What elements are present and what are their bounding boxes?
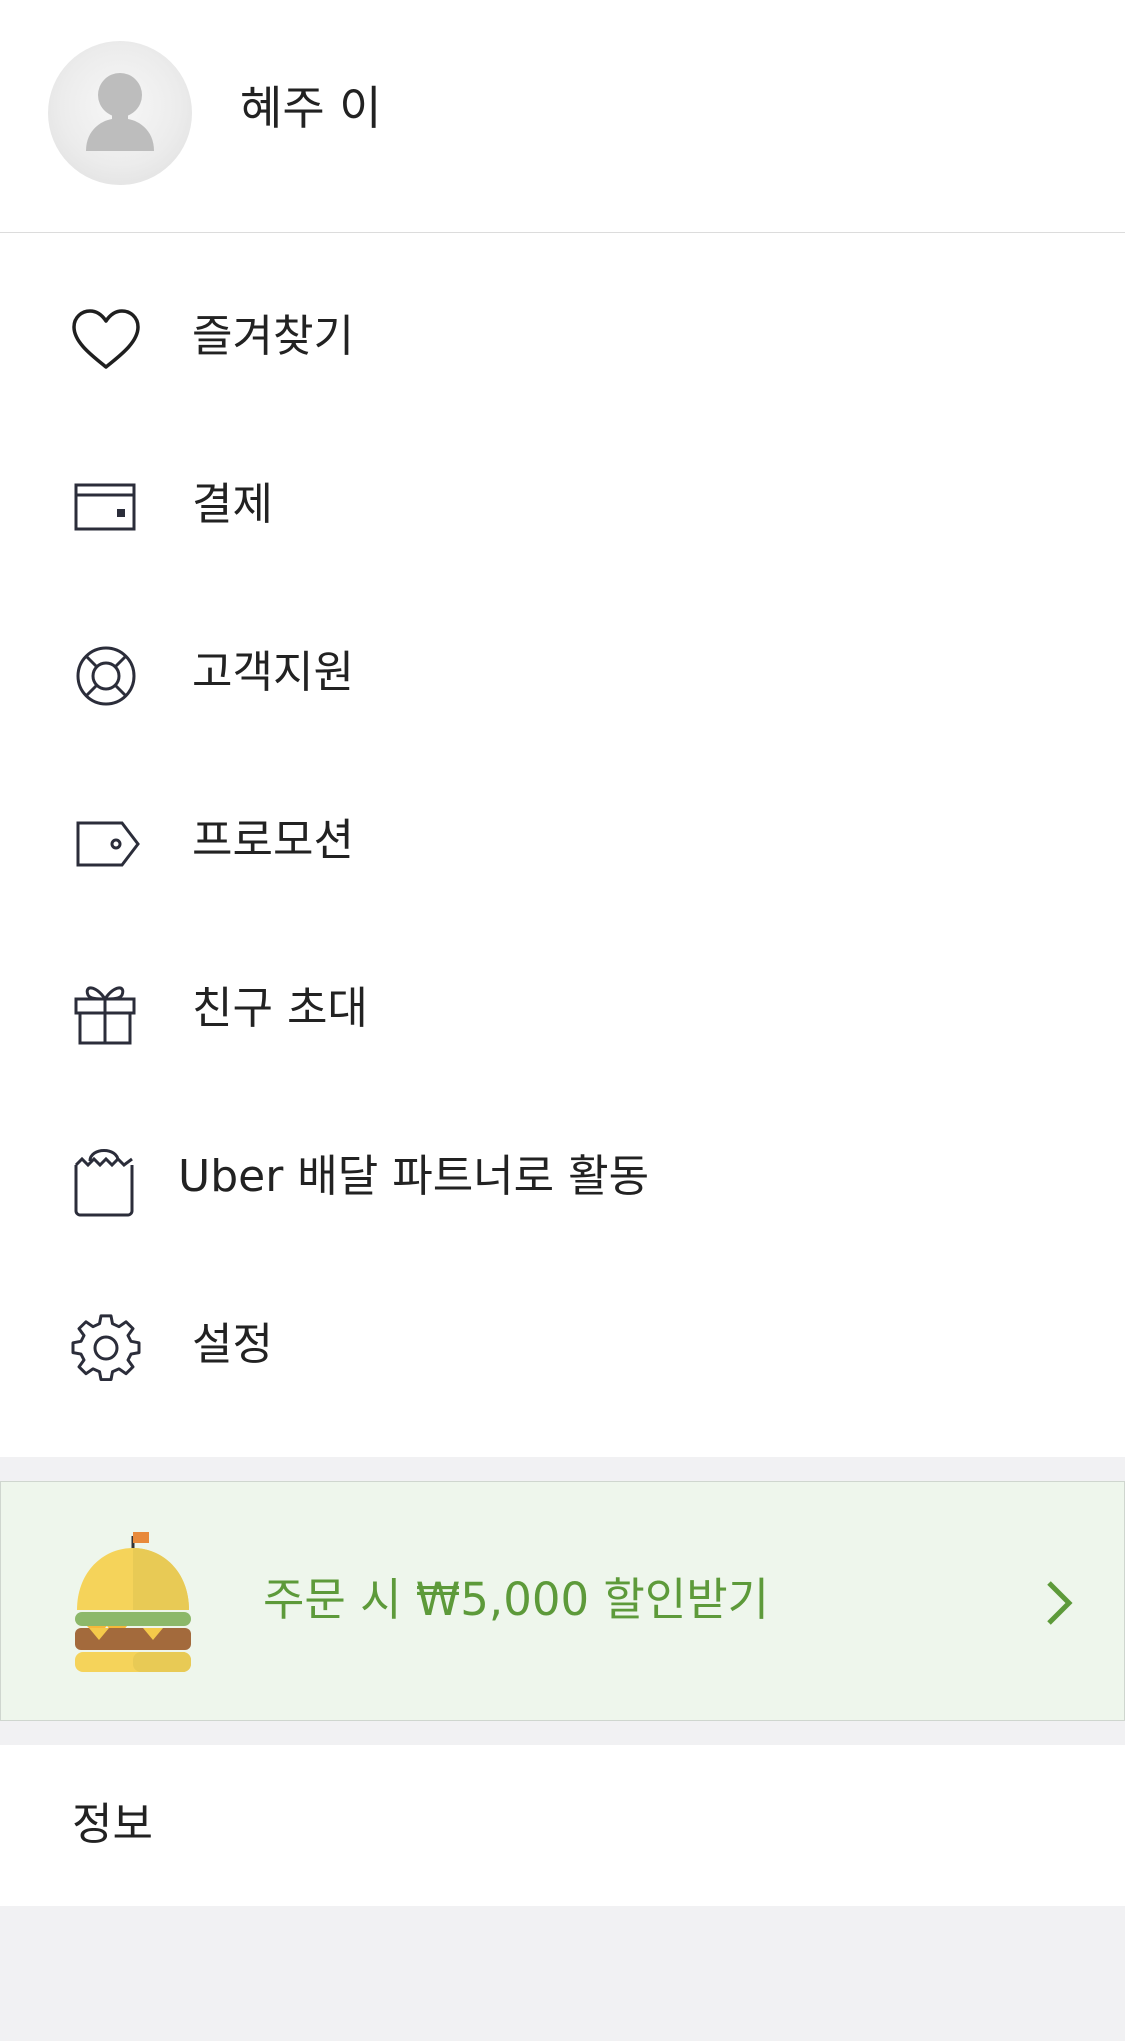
menu-item-label: 친구 초대	[192, 983, 368, 1034]
info-label: 정보	[72, 1799, 153, 1850]
menu-item-label: 고객지원	[192, 647, 354, 698]
gear-icon	[71, 1314, 141, 1382]
menu-item-support[interactable]: 고객지원	[0, 613, 1125, 733]
menu-item-payment[interactable]: 결제	[0, 445, 1125, 565]
menu-item-label: Uber 배달 파트너로 활동	[178, 1151, 650, 1202]
menu-item-invite-friends[interactable]: 친구 초대	[0, 949, 1125, 1069]
lifebuoy-icon	[76, 646, 136, 706]
avatar[interactable]	[48, 41, 192, 185]
burger-icon	[75, 1532, 191, 1672]
user-name: 혜주 이	[240, 81, 382, 135]
bag-icon	[74, 1149, 134, 1217]
tag-icon	[76, 821, 140, 867]
heart-icon	[72, 309, 140, 369]
menu-item-favorites[interactable]: 즐겨찾기	[0, 277, 1125, 397]
menu-item-delivery-partner[interactable]: Uber 배달 파트너로 활동	[0, 1117, 1125, 1237]
gift-icon	[74, 986, 136, 1045]
info-section[interactable]: 정보	[0, 1745, 1125, 1906]
menu-item-label: 프로모션	[192, 815, 354, 866]
promo-text: 주문 시 ₩5,000 할인받기	[263, 1573, 770, 1626]
menu-item-label: 결제	[192, 479, 273, 530]
menu-list: 즐겨찾기 결제 고객지원 프로모션 친구 초대 Uber 배달 파트너로 활동 …	[0, 233, 1125, 1457]
menu-item-promotions[interactable]: 프로모션	[0, 781, 1125, 901]
wallet-icon	[74, 483, 136, 531]
profile-header[interactable]: 혜주 이	[0, 0, 1125, 233]
menu-item-settings[interactable]: 설정	[0, 1285, 1125, 1405]
menu-item-label: 설정	[192, 1319, 273, 1370]
person-placeholder-icon	[86, 73, 154, 151]
promo-banner[interactable]: 주문 시 ₩5,000 할인받기	[0, 1481, 1125, 1721]
chevron-right-icon	[1047, 1581, 1073, 1625]
menu-item-label: 즐겨찾기	[192, 311, 354, 362]
